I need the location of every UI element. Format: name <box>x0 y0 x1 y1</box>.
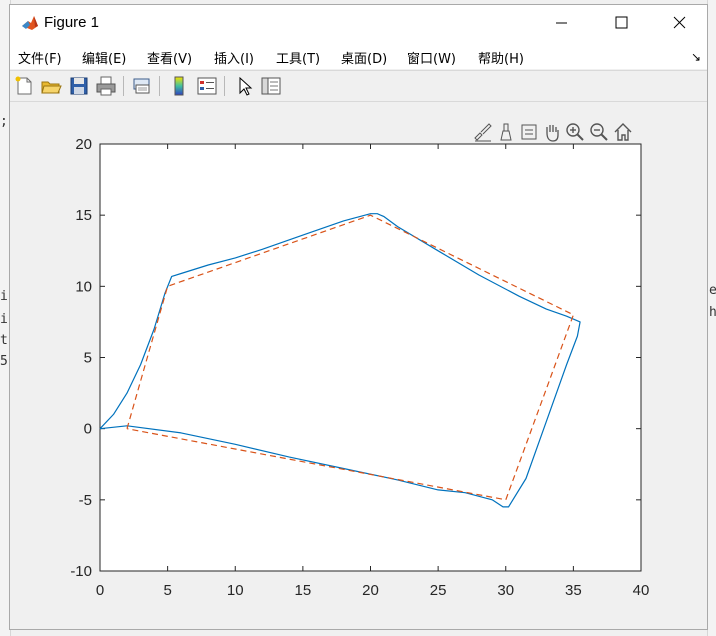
x-tick-label: 25 <box>430 582 447 599</box>
plot-area[interactable]: 0 5 10 15 20 25 30 35 40 -10 -5 0 5 10 15 20 <box>0 0 716 636</box>
background-text-char: ; <box>0 114 8 129</box>
y-tick-label: 5 <box>84 350 92 367</box>
y-tick-label: 10 <box>75 278 92 295</box>
x-tick-label: 40 <box>633 582 650 599</box>
y-tick-label: 0 <box>84 421 92 438</box>
y-tick-label: -10 <box>70 563 92 580</box>
background-text-char: i <box>0 289 8 304</box>
background-text-char: t <box>0 333 8 348</box>
y-tick-label: -5 <box>79 492 92 509</box>
x-tick-label: 5 <box>163 582 171 599</box>
x-tick-label: 0 <box>96 582 104 599</box>
x-tick-label: 35 <box>565 582 582 599</box>
axes-box <box>99 143 642 572</box>
background-text-char: h <box>709 305 716 320</box>
x-tick-label: 10 <box>227 582 244 599</box>
x-tick-label: 20 <box>362 582 379 599</box>
y-tick-label: 15 <box>75 207 92 224</box>
y-tick-label: 20 <box>75 136 92 153</box>
background-text-char: 5 <box>0 354 8 369</box>
background-text-char: e <box>709 283 716 298</box>
x-tick-label: 15 <box>295 582 312 599</box>
background-text-char: i <box>0 312 8 327</box>
x-tick-label: 30 <box>497 582 514 599</box>
